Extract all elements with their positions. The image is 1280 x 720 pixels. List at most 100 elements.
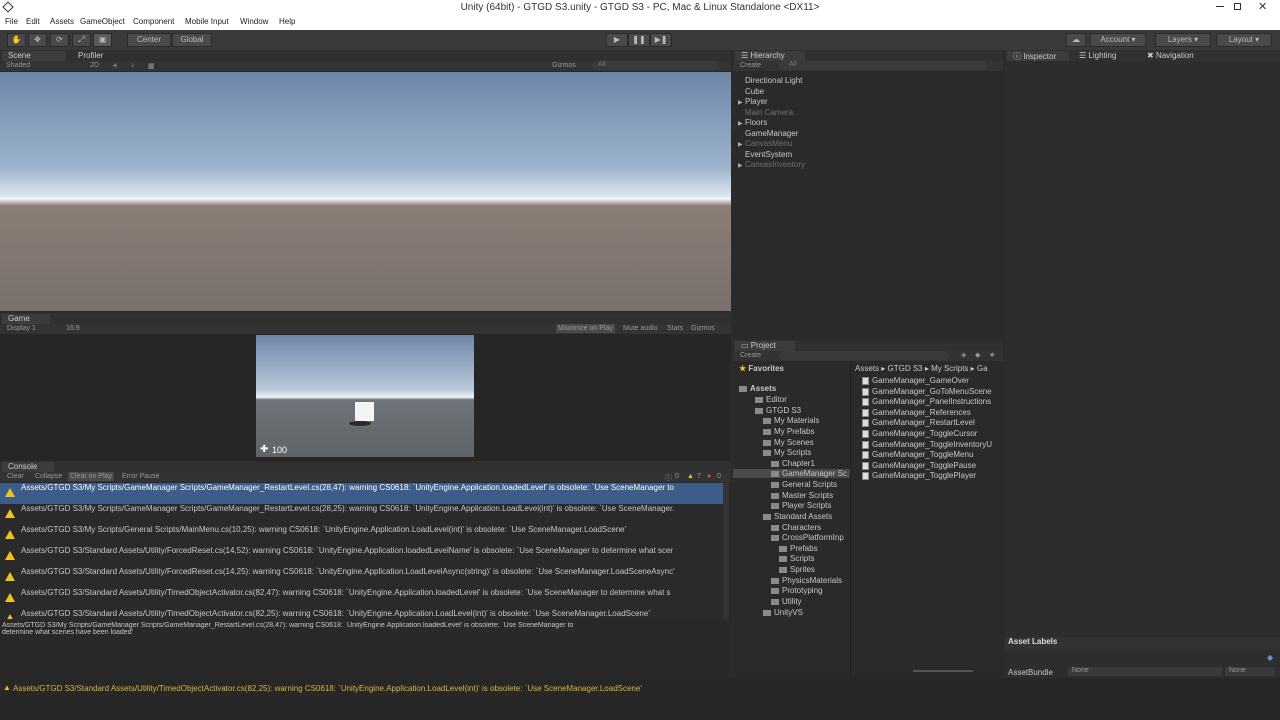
move-tool-icon[interactable]: ✥: [28, 33, 47, 47]
tree-item-standard-assets[interactable]: Standard Assets: [763, 512, 832, 521]
filter-type-icon[interactable]: ◈: [961, 351, 966, 359]
play-button[interactable]: ▶: [606, 33, 628, 47]
scene-gizmos-dropdown[interactable]: Gizmos: [552, 62, 576, 69]
expand-arrow-icon[interactable]: ▶: [738, 162, 743, 169]
tree-item-gamemanager-scripts[interactable]: GameManager Sc: [733, 469, 850, 478]
breadcrumb-item[interactable]: Assets: [855, 364, 879, 373]
console-clear-button[interactable]: Clear: [7, 473, 24, 480]
breadcrumb-item[interactable]: GTGD S3: [887, 364, 922, 373]
tab-game[interactable]: Game: [2, 314, 50, 324]
aspect-dropdown[interactable]: 16:9: [66, 325, 80, 332]
account-dropdown[interactable]: Account ▾: [1090, 33, 1146, 47]
menu-help[interactable]: Help: [279, 17, 295, 26]
menu-component[interactable]: Component: [133, 17, 174, 26]
hierarchy-item-directional-light[interactable]: Directional Light: [745, 76, 802, 85]
stats-toggle[interactable]: Stats: [667, 325, 683, 332]
file-item[interactable]: GameManager_GoToMenuScene: [862, 387, 992, 396]
tree-item-crossplatforminput[interactable]: CrossPlatformInp: [771, 533, 844, 542]
console-log-row[interactable]: Assets/GTGD S3/Standard Assets/Utility/F…: [0, 567, 726, 588]
tree-item-sprites[interactable]: Sprites: [779, 565, 815, 574]
console-log-row[interactable]: Assets/GTGD S3/My Scripts/GameManager Sc…: [0, 483, 726, 504]
expand-arrow-icon[interactable]: ▶: [738, 120, 743, 127]
scene-search-input[interactable]: All: [592, 61, 718, 70]
hierarchy-item-eventsystem[interactable]: EventSystem: [745, 150, 792, 159]
tree-item-prefabs[interactable]: Prefabs: [779, 544, 818, 553]
file-item[interactable]: GameManager_PanelInstructions: [862, 397, 991, 406]
tree-item-general-scripts[interactable]: General Scripts: [771, 480, 837, 489]
tab-hierarchy[interactable]: ☰ Hierarchy: [735, 51, 805, 61]
mute-audio-toggle[interactable]: Mute audio: [623, 325, 658, 332]
scene-viewport[interactable]: [0, 72, 731, 311]
tree-item-physicsmaterials[interactable]: PhysicsMaterials: [771, 576, 842, 585]
menu-mobile-input[interactable]: Mobile Input: [185, 17, 229, 26]
file-item[interactable]: GameManager_References: [862, 408, 971, 417]
file-item[interactable]: GameManager_TogglePlayer: [862, 471, 976, 480]
console-log-row[interactable]: Assets/GTGD S3/My Scripts/General Script…: [0, 525, 726, 546]
close-icon[interactable]: ✕: [1258, 0, 1267, 13]
rotate-tool-icon[interactable]: ⟳: [50, 33, 69, 47]
shading-mode-dropdown[interactable]: Shaded: [6, 62, 30, 69]
menu-assets[interactable]: Assets: [50, 17, 74, 26]
console-log-row[interactable]: Assets/GTGD S3/My Scripts/GameManager Sc…: [0, 504, 726, 525]
icon-size-slider[interactable]: [913, 670, 973, 672]
project-search-input[interactable]: [779, 351, 949, 360]
pause-button[interactable]: ❚❚: [628, 33, 650, 47]
tab-lighting[interactable]: ☰ Lighting: [1073, 51, 1135, 61]
hierarchy-item-canvasinventory[interactable]: CanvasInventory: [745, 160, 805, 169]
hierarchy-item-player[interactable]: Player: [745, 97, 768, 106]
tree-item-my-prefabs[interactable]: My Prefabs: [763, 427, 814, 436]
breadcrumb-item[interactable]: Ga: [977, 364, 988, 373]
hand-tool-icon[interactable]: ✋: [7, 33, 26, 47]
tree-item-scripts[interactable]: Scripts: [779, 554, 814, 563]
step-button[interactable]: ▶❚: [650, 33, 672, 47]
tree-item-gtgd-s3[interactable]: GTGD S3: [755, 406, 801, 415]
project-create-dropdown[interactable]: Create: [740, 352, 761, 359]
console-log-row[interactable]: Assets/GTGD S3/Standard Assets/Utility/F…: [0, 546, 726, 567]
console-log-row[interactable]: Assets/GTGD S3/Standard Assets/Utility/T…: [0, 588, 726, 609]
menu-window[interactable]: Window: [240, 17, 268, 26]
info-count-icon[interactable]: ⓘ: [665, 473, 672, 483]
hierarchy-search-input[interactable]: All: [779, 61, 987, 70]
file-item[interactable]: GameManager_ToggleCursor: [862, 429, 977, 438]
game-viewport[interactable]: ✚ 100: [256, 335, 474, 457]
tree-item-characters[interactable]: Characters: [771, 523, 821, 532]
project-splitter[interactable]: [850, 362, 851, 678]
console-collapse-toggle[interactable]: Collapse: [35, 473, 62, 480]
breadcrumb-item[interactable]: My Scripts: [931, 364, 968, 373]
tree-item-utility[interactable]: Utility: [771, 597, 802, 606]
maximize-icon[interactable]: [1234, 3, 1241, 10]
effects-toggle-icon[interactable]: ▦: [148, 62, 155, 70]
maximize-on-play-toggle[interactable]: Maximize on Play: [556, 324, 615, 333]
file-item[interactable]: GameManager_ToggleMenu: [862, 450, 973, 459]
tab-console[interactable]: Console: [2, 462, 54, 472]
tree-item-player-scripts[interactable]: Player Scripts: [771, 501, 831, 510]
file-item[interactable]: GameManager_GameOver: [862, 376, 969, 385]
audio-toggle-icon[interactable]: ♪: [131, 62, 135, 69]
hierarchy-item-gamemanager[interactable]: GameManager: [745, 129, 798, 138]
tab-inspector[interactable]: ⓘ Inspector: [1007, 51, 1069, 61]
tree-item-chapter1[interactable]: Chapter1: [771, 459, 815, 468]
tree-item-prototyping[interactable]: Prototyping: [771, 586, 822, 595]
status-bar[interactable]: ▲ Assets/GTGD S3/Standard Assets/Utility…: [0, 678, 1280, 720]
menu-gameobject[interactable]: GameObject: [80, 17, 125, 26]
layout-dropdown[interactable]: Layout ▾: [1216, 33, 1272, 47]
menu-file[interactable]: File: [5, 17, 18, 26]
cloud-icon[interactable]: ☁: [1066, 33, 1086, 47]
filter-label-icon[interactable]: ◆: [975, 351, 980, 359]
rect-tool-icon[interactable]: ▣: [93, 33, 112, 47]
minimize-icon[interactable]: [1216, 6, 1224, 7]
warning-count-icon[interactable]: ▲: [687, 473, 694, 480]
hierarchy-create-dropdown[interactable]: Create: [740, 62, 761, 69]
tree-favorites[interactable]: ★ Favorites: [739, 364, 784, 373]
tree-item-unityvs[interactable]: UnityVS: [763, 608, 803, 617]
tab-scene[interactable]: Scene: [2, 51, 66, 61]
display-dropdown[interactable]: Display 1: [7, 325, 36, 332]
tree-item-my-materials[interactable]: My Materials: [763, 416, 819, 425]
asset-variant-dropdown[interactable]: None: [1225, 667, 1275, 676]
error-count-icon[interactable]: ●: [707, 473, 711, 480]
pivot-center-button[interactable]: Center: [127, 33, 171, 47]
tree-item-my-scripts[interactable]: My Scripts: [763, 448, 811, 457]
pivot-global-button[interactable]: Global: [172, 33, 212, 47]
expand-arrow-icon[interactable]: ▶: [738, 141, 743, 148]
tree-item-master-scripts[interactable]: Master Scripts: [771, 491, 833, 500]
